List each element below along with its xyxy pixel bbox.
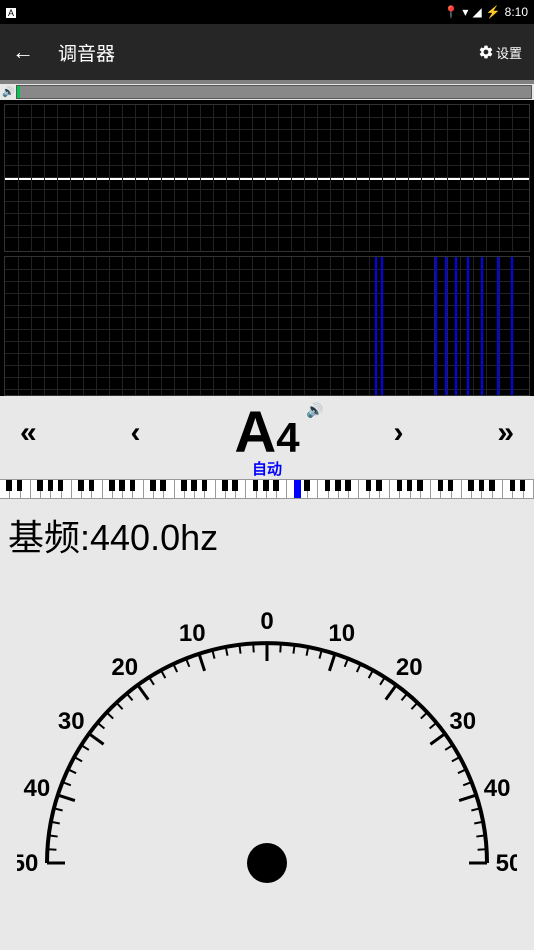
volume-row: 🔊 <box>0 84 534 100</box>
gauge-tick-label: 10 <box>179 620 206 647</box>
signal-icon: ◢ <box>472 5 481 19</box>
gauge-tick-label: 30 <box>58 708 85 735</box>
settings-label: 设置 <box>496 43 522 62</box>
waveform-spectrum[interactable] <box>4 256 530 396</box>
gauge-tick-label: 10 <box>328 620 355 647</box>
back-button[interactable]: ← <box>12 39 34 65</box>
gauge-tick-label: 40 <box>484 775 511 802</box>
next-octave-button[interactable]: » <box>497 416 514 450</box>
app-bar: ← 调音器 设置 <box>0 24 534 80</box>
frequency-display: 基频:440.0hz <box>0 499 534 563</box>
app-badge: A <box>6 8 16 18</box>
gauge-tick-label: 30 <box>449 708 476 735</box>
next-note-button[interactable]: › <box>393 416 403 450</box>
status-bar: A 📍 ▾ ◢ ⚡ 8:10 <box>0 0 534 24</box>
settings-button[interactable]: 设置 <box>478 43 522 62</box>
volume-meter <box>16 85 532 99</box>
location-icon: 📍 <box>443 5 458 19</box>
gauge-tick-label: 50 <box>17 850 38 877</box>
gauge-tick-label: 20 <box>111 654 138 681</box>
gauge-tick-label: 0 <box>260 608 273 635</box>
clock: 8:10 <box>505 5 528 19</box>
note-selector: « ‹ A4 🔊 › » <box>0 400 534 462</box>
page-title: 调音器 <box>58 39 478 66</box>
gauge-tick-label: 50 <box>496 850 517 877</box>
gauge-svg: 50 40 30 20 10 0 10 20 30 40 50 <box>17 573 517 903</box>
piano-keyboard[interactable] <box>0 479 534 499</box>
freq-value: 440.0 <box>90 517 180 558</box>
gauge-tick-label: 20 <box>396 654 423 681</box>
freq-label: 基频: <box>8 517 90 558</box>
current-note[interactable]: A4 🔊 <box>234 404 299 462</box>
gear-icon <box>478 44 494 60</box>
prev-octave-button[interactable]: « <box>20 416 37 450</box>
prev-note-button[interactable]: ‹ <box>131 416 141 450</box>
note-octave: 4 <box>276 414 299 461</box>
volume-icon: 🔊 <box>2 87 14 98</box>
battery-icon: ⚡ <box>486 5 501 19</box>
sound-icon[interactable]: 🔊 <box>306 402 323 419</box>
wifi-icon: ▾ <box>462 5 468 19</box>
cents-gauge: 50 40 30 20 10 0 10 20 30 40 50 <box>0 563 534 913</box>
gauge-tick-label: 40 <box>23 775 50 802</box>
freq-unit: hz <box>180 517 218 558</box>
note-letter: A <box>234 400 276 465</box>
waveform-container <box>0 100 534 396</box>
waveform-oscilloscope[interactable] <box>4 104 530 252</box>
